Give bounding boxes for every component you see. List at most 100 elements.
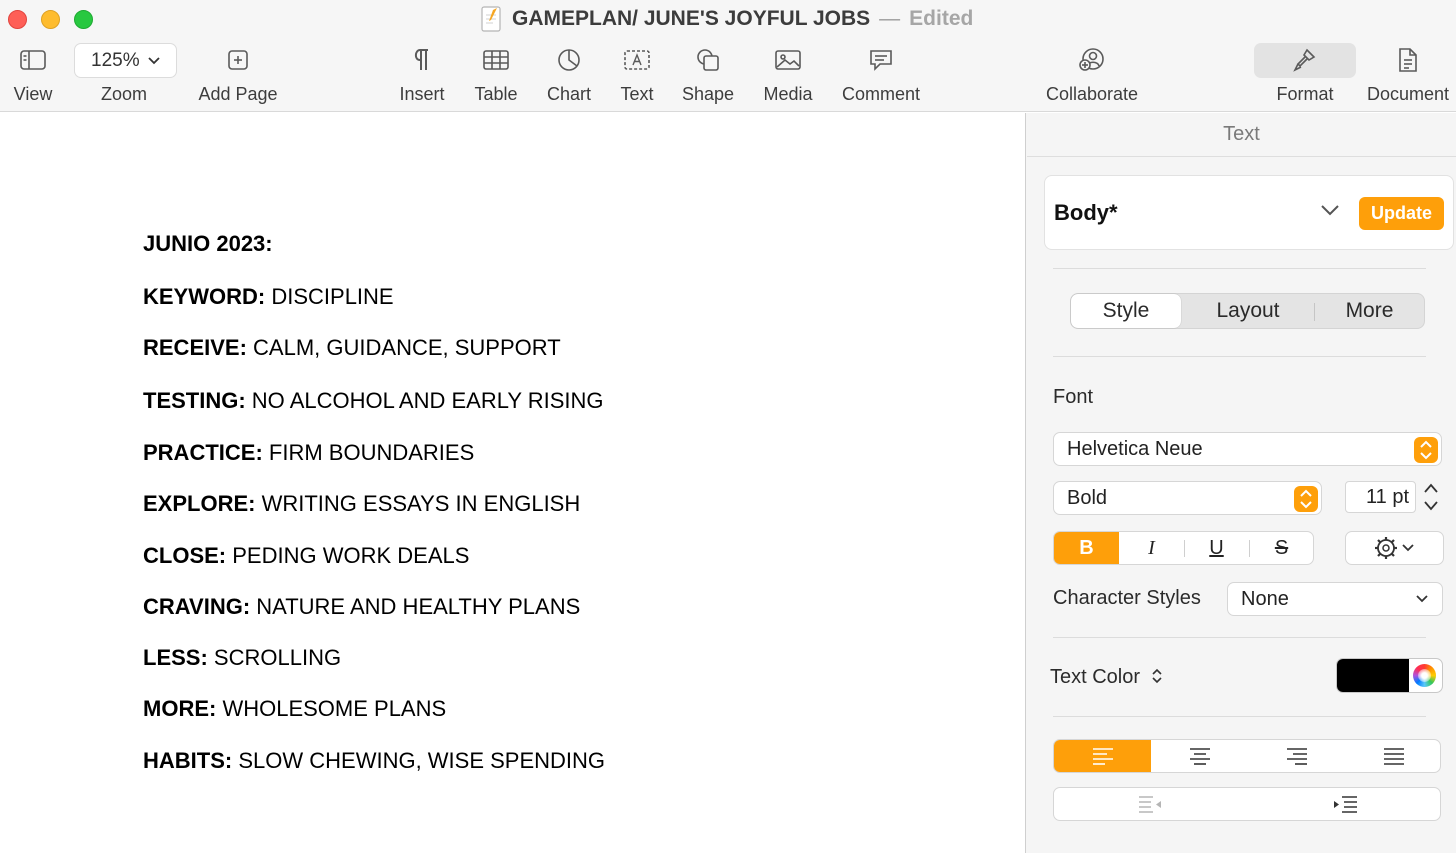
collaborate-button[interactable]: Collaborate bbox=[1040, 42, 1144, 110]
sidebar-header: Text bbox=[1223, 123, 1260, 145]
media-button[interactable]: Media bbox=[758, 42, 818, 110]
font-family-select[interactable]: Helvetica Neue bbox=[1053, 432, 1442, 466]
window-toolbar: GAMEPLAN/ JUNE'S JOYFUL JOBS — Edited Vi… bbox=[0, 0, 1456, 112]
line-value: CALM, GUIDANCE, SUPPORT bbox=[253, 335, 561, 360]
tab-layout[interactable]: Layout bbox=[1183, 294, 1313, 328]
document-line[interactable]: CRAVING: NATURE AND HEALTHY PLANS bbox=[143, 594, 580, 620]
format-button[interactable]: Format bbox=[1270, 42, 1340, 110]
line-value: DISCIPLINE bbox=[271, 284, 394, 309]
document-line[interactable]: TESTING: NO ALCOHOL AND EARLY RISING bbox=[143, 388, 604, 414]
update-style-button[interactable]: Update bbox=[1359, 197, 1444, 230]
document-line[interactable]: KEYWORD: DISCIPLINE bbox=[143, 284, 394, 310]
document-line[interactable]: CLOSE: PEDING WORK DEALS bbox=[143, 543, 469, 569]
align-right-icon bbox=[1286, 748, 1307, 765]
align-center-button[interactable] bbox=[1151, 740, 1248, 772]
table-button[interactable]: Table bbox=[470, 42, 522, 110]
decrease-indent-button[interactable] bbox=[1054, 788, 1248, 820]
zoom-select[interactable]: 125% bbox=[74, 43, 177, 78]
align-right-button[interactable] bbox=[1248, 740, 1345, 772]
pages-document-icon bbox=[481, 6, 501, 32]
chevron-down-icon[interactable] bbox=[1320, 204, 1340, 216]
text-color-label-text: Text Color bbox=[1050, 666, 1141, 688]
font-typeface-select[interactable]: Bold bbox=[1053, 481, 1322, 515]
align-center-icon bbox=[1189, 748, 1210, 765]
document-line[interactable]: HABITS: SLOW CHEWING, WISE SPENDING bbox=[143, 748, 605, 774]
font-size-field[interactable]: 11 pt bbox=[1345, 481, 1416, 513]
sidebar-icon bbox=[19, 42, 47, 78]
document-line[interactable]: RECEIVE: CALM, GUIDANCE, SUPPORT bbox=[143, 335, 561, 361]
text-button[interactable]: Text bbox=[616, 42, 658, 110]
line-value: NO ALCOHOL AND EARLY RISING bbox=[251, 388, 604, 413]
document-line[interactable]: LESS: SCROLLING bbox=[143, 645, 341, 671]
alignment-buttons bbox=[1053, 739, 1441, 773]
shape-button[interactable]: Shape bbox=[678, 42, 738, 110]
shape-label: Shape bbox=[681, 84, 735, 104]
edited-status[interactable]: Edited bbox=[909, 7, 973, 31]
view-button[interactable]: View bbox=[10, 42, 56, 110]
text-color-swatch[interactable] bbox=[1337, 659, 1409, 692]
line-value: FIRM BOUNDARIES bbox=[268, 440, 475, 465]
section-divider bbox=[1053, 716, 1426, 717]
text-color-well[interactable] bbox=[1336, 658, 1443, 693]
line-key: EXPLORE: bbox=[143, 491, 256, 516]
font-typeface-value: Bold bbox=[1067, 487, 1108, 509]
strikethrough-button[interactable]: S bbox=[1249, 532, 1313, 564]
advanced-options-button[interactable] bbox=[1345, 531, 1444, 565]
tab-more[interactable]: More bbox=[1315, 294, 1424, 328]
character-styles-select[interactable]: None bbox=[1227, 582, 1443, 616]
comment-button[interactable]: Comment bbox=[838, 42, 924, 110]
window-title: GAMEPLAN/ JUNE'S JOYFUL JOBS — Edited bbox=[480, 5, 973, 33]
chevron-down-icon bbox=[147, 56, 160, 64]
zoom-label: Zoom bbox=[101, 84, 148, 104]
insert-button[interactable]: Insert bbox=[394, 42, 450, 110]
comment-icon bbox=[868, 42, 894, 78]
paragraph-style-name: Body* bbox=[1054, 200, 1118, 225]
line-value: SCROLLING bbox=[213, 645, 342, 670]
view-label: View bbox=[13, 84, 53, 104]
section-divider bbox=[1053, 356, 1426, 357]
zoom-value: 125% bbox=[91, 49, 140, 71]
document-button[interactable]: Document bbox=[1362, 42, 1454, 110]
zoom-window-button[interactable] bbox=[74, 10, 93, 29]
line-key: RECEIVE: bbox=[143, 335, 247, 360]
gear-icon bbox=[1375, 537, 1414, 559]
line-value: SLOW CHEWING, WISE SPENDING bbox=[238, 748, 606, 773]
decrease-indent-icon bbox=[1139, 796, 1161, 813]
chart-label: Chart bbox=[546, 84, 591, 104]
bold-button[interactable]: B bbox=[1054, 532, 1119, 564]
justify-icon bbox=[1383, 748, 1404, 765]
paragraph-style-selector[interactable]: Body* Update bbox=[1044, 175, 1454, 250]
format-label: Format bbox=[1276, 84, 1334, 104]
font-family-value: Helvetica Neue bbox=[1067, 438, 1203, 460]
tab-style[interactable]: Style bbox=[1071, 294, 1181, 328]
increase-indent-icon bbox=[1334, 796, 1357, 813]
align-left-button[interactable] bbox=[1054, 740, 1151, 772]
document-heading[interactable]: JUNIO 2023: bbox=[143, 231, 273, 257]
color-wheel-icon[interactable] bbox=[1413, 664, 1436, 687]
italic-button[interactable]: I bbox=[1119, 532, 1184, 564]
line-value: WHOLESOME PLANS bbox=[222, 696, 447, 721]
increase-indent-button[interactable] bbox=[1248, 788, 1442, 820]
add-page-button[interactable]: Add Page bbox=[192, 42, 284, 110]
up-down-chevron-icon bbox=[1152, 668, 1162, 684]
chart-button[interactable]: Chart bbox=[542, 42, 596, 110]
line-value: NATURE AND HEALTHY PLANS bbox=[256, 594, 581, 619]
close-window-button[interactable] bbox=[8, 10, 27, 29]
heading-text: JUNIO 2023: bbox=[143, 231, 273, 256]
document-title: GAMEPLAN/ JUNE'S JOYFUL JOBS bbox=[512, 7, 871, 30]
minimize-window-button[interactable] bbox=[41, 10, 60, 29]
document-line[interactable]: EXPLORE: WRITING ESSAYS IN ENGLISH bbox=[143, 491, 580, 517]
document-line[interactable]: MORE: WHOLESOME PLANS bbox=[143, 696, 446, 722]
text-color-label[interactable]: Text Color bbox=[1050, 666, 1164, 689]
text-label: Text bbox=[620, 84, 654, 104]
add-page-icon bbox=[226, 42, 250, 78]
justify-button[interactable] bbox=[1345, 740, 1440, 772]
line-value: PEDING WORK DEALS bbox=[232, 543, 470, 568]
collaborate-label: Collaborate bbox=[1045, 84, 1139, 104]
line-key: CLOSE: bbox=[143, 543, 227, 568]
text-format-buttons: B I U S bbox=[1053, 531, 1314, 565]
underline-button[interactable]: U bbox=[1184, 532, 1249, 564]
document-canvas[interactable]: JUNIO 2023: KEYWORD: DISCIPLINE RECEIVE:… bbox=[0, 113, 1025, 853]
document-line[interactable]: PRACTICE: FIRM BOUNDARIES bbox=[143, 440, 474, 466]
font-size-stepper-icon[interactable] bbox=[1421, 480, 1441, 514]
